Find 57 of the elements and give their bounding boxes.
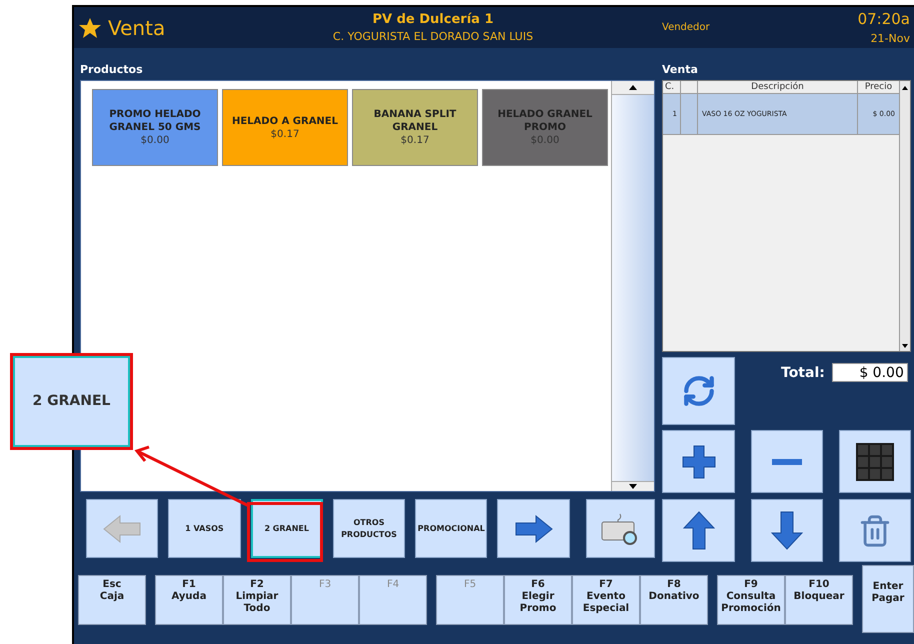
panel-title: Venta bbox=[662, 62, 699, 78]
up-button[interactable] bbox=[662, 499, 735, 562]
down-arrow-icon bbox=[771, 510, 803, 550]
panel-title: Productos bbox=[80, 62, 144, 78]
category-button[interactable]: 2 GRANEL bbox=[250, 499, 323, 558]
add-button[interactable] bbox=[662, 430, 735, 493]
category-button[interactable]: PROMOCIONAL bbox=[415, 499, 488, 558]
plus-icon bbox=[680, 444, 716, 480]
column-header: Descripción bbox=[698, 81, 858, 93]
product-price: $0.00 bbox=[140, 134, 170, 147]
function-key-button[interactable]: F9 Consulta Promoción bbox=[717, 575, 785, 625]
callout-label: 2 GRANEL bbox=[32, 392, 110, 411]
up-arrow-icon bbox=[682, 510, 714, 550]
refresh-icon bbox=[682, 374, 716, 408]
column-header: C. bbox=[663, 81, 681, 93]
function-key-button[interactable]: F6 Elegir Promo bbox=[504, 575, 572, 625]
column-header: Precio bbox=[864, 81, 894, 93]
refresh-button[interactable] bbox=[662, 357, 735, 425]
product-tile[interactable]: BANANA SPLIT GRANEL $0.17 bbox=[352, 89, 478, 166]
window-title: Venta bbox=[108, 14, 166, 42]
scroll-up-icon[interactable] bbox=[629, 85, 637, 90]
total-label: Total: bbox=[781, 364, 825, 383]
scroll-down-icon[interactable] bbox=[629, 484, 637, 489]
date-label: 21-Nov bbox=[870, 30, 910, 46]
store-name: PV de Dulcería 1 bbox=[372, 10, 494, 28]
function-key-button[interactable]: F7 Evento Especial bbox=[572, 575, 640, 625]
down-button[interactable] bbox=[751, 499, 823, 562]
delete-button[interactable] bbox=[839, 499, 911, 562]
pay-button[interactable]: Enter Pagar bbox=[862, 565, 914, 633]
function-key-button[interactable]: F1 Ayuda bbox=[155, 575, 223, 625]
category-button[interactable]: 1 VASOS bbox=[168, 499, 241, 558]
function-key-button[interactable]: F8 Donativo bbox=[640, 575, 708, 625]
branch-name: C. YOGURISTA EL DORADO SAN LUIS bbox=[332, 29, 534, 45]
product-name: HELADO A GRANEL bbox=[230, 114, 340, 128]
trash-icon bbox=[858, 514, 892, 548]
product-price: $0.17 bbox=[270, 128, 300, 140]
time-label: 07:20a bbox=[858, 9, 910, 30]
next-button[interactable] bbox=[497, 499, 570, 558]
minus-icon bbox=[771, 458, 803, 466]
product-tile[interactable]: HELADO A GRANEL $0.17 bbox=[222, 89, 348, 166]
function-key-button[interactable]: F2 Limpiar Todo bbox=[223, 575, 291, 625]
star-logo-icon bbox=[78, 16, 102, 38]
subtract-button[interactable] bbox=[751, 430, 823, 493]
function-key-button[interactable]: F10 Bloquear bbox=[785, 575, 853, 625]
product-tile[interactable]: PROMO HELADO GRANEL 50 GMS $0.00 bbox=[92, 89, 218, 166]
category-button[interactable]: OTROS PRODUCTOS bbox=[332, 499, 406, 558]
role-label: Vendedor bbox=[662, 21, 711, 35]
product-name: BANANA SPLIT GRANEL bbox=[372, 108, 458, 134]
product-name: HELADO GRANEL PROMO bbox=[496, 108, 594, 134]
product-name: PROMO HELADO GRANEL 50 GMS bbox=[108, 108, 202, 134]
keypad-icon bbox=[856, 442, 894, 480]
keypad-button[interactable] bbox=[839, 430, 911, 493]
scrollbar[interactable] bbox=[611, 81, 654, 491]
function-key-button[interactable]: Esc Caja bbox=[78, 575, 146, 625]
product-price: $0.17 bbox=[400, 134, 430, 147]
total-field: $ 0.00 bbox=[832, 363, 908, 382]
keyboard-search-button[interactable] bbox=[586, 499, 656, 558]
